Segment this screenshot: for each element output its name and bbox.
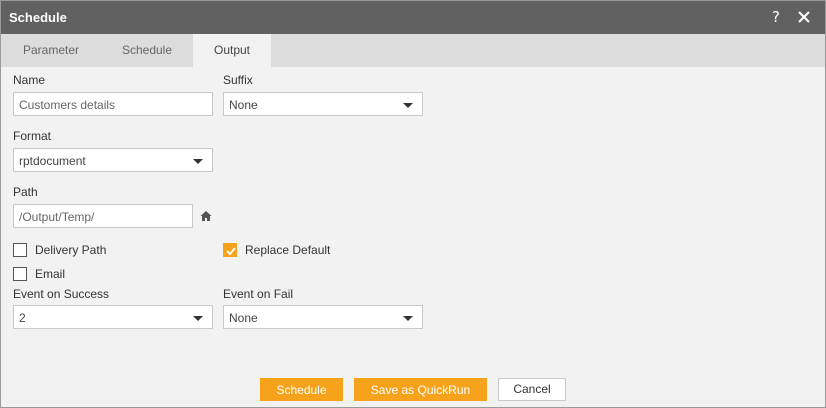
chevron-down-icon [193,316,203,321]
tab-bar: Parameter Schedule Output [1,34,825,67]
email-label: Email [35,267,66,281]
event-on-fail-value: None [229,311,258,325]
close-icon[interactable] [794,7,814,27]
chevron-down-icon [403,316,413,321]
replace-default-label: Replace Default [245,243,331,257]
event-on-fail-label: Event on Fail [223,287,294,301]
delivery-path-checkbox[interactable] [13,243,27,257]
format-label: Format [13,129,52,143]
schedule-dialog: Schedule ? Parameter Schedule Output Nam… [0,0,826,408]
suffix-select[interactable]: None [223,92,423,116]
tab-parameter[interactable]: Parameter [1,34,101,67]
event-on-success-value: 2 [19,311,26,325]
name-label: Name [13,73,46,87]
delivery-path-label: Delivery Path [35,243,107,257]
schedule-button[interactable]: Schedule [260,378,343,401]
suffix-value: None [229,98,258,112]
replace-default-checkbox[interactable] [223,243,237,257]
chevron-down-icon [193,159,203,164]
dialog-title: Schedule [9,10,67,25]
dialog-titlebar: Schedule ? [1,1,825,34]
event-on-fail-select[interactable]: None [223,305,423,329]
path-label: Path [13,185,38,199]
checkmark-icon [226,247,236,256]
name-value: Customers details [19,98,116,112]
home-icon[interactable] [199,209,213,223]
event-on-success-label: Event on Success [13,287,110,301]
tab-schedule[interactable]: Schedule [101,34,193,67]
name-input[interactable]: Customers details [13,92,213,116]
path-value: /Output/Temp/ [19,210,95,224]
tab-output[interactable]: Output [193,34,271,67]
save-as-quickrun-button[interactable]: Save as QuickRun [354,378,487,401]
format-select[interactable]: rptdocument [13,148,213,172]
question-mark-icon[interactable]: ? [766,7,786,27]
format-value: rptdocument [19,154,86,168]
cancel-button[interactable]: Cancel [498,378,566,401]
path-input[interactable]: /Output/Temp/ [13,204,193,228]
chevron-down-icon [403,103,413,108]
email-checkbox[interactable] [13,267,27,281]
suffix-label: Suffix [223,73,253,87]
event-on-success-select[interactable]: 2 [13,305,213,329]
